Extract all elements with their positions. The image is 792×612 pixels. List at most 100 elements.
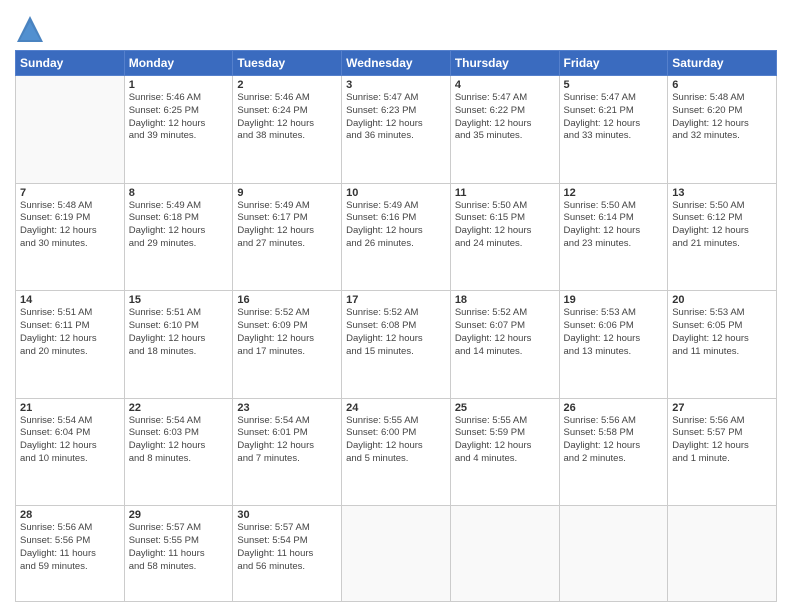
calendar-cell: 22Sunrise: 5:54 AM Sunset: 6:03 PM Dayli… [124,398,233,506]
calendar-cell: 10Sunrise: 5:49 AM Sunset: 6:16 PM Dayli… [342,183,451,291]
calendar-cell: 25Sunrise: 5:55 AM Sunset: 5:59 PM Dayli… [450,398,559,506]
calendar-cell: 19Sunrise: 5:53 AM Sunset: 6:06 PM Dayli… [559,291,668,399]
calendar-cell: 13Sunrise: 5:50 AM Sunset: 6:12 PM Dayli… [668,183,777,291]
day-number: 21 [20,402,120,414]
day-number: 22 [129,402,229,414]
calendar-cell: 29Sunrise: 5:57 AM Sunset: 5:55 PM Dayli… [124,506,233,602]
calendar-week-5: 28Sunrise: 5:56 AM Sunset: 5:56 PM Dayli… [16,506,777,602]
weekday-header-row: SundayMondayTuesdayWednesdayThursdayFrid… [16,51,777,76]
day-info: Sunrise: 5:55 AM Sunset: 6:00 PM Dayligh… [346,415,446,466]
calendar-cell [668,506,777,602]
calendar-cell: 2Sunrise: 5:46 AM Sunset: 6:24 PM Daylig… [233,76,342,184]
day-number: 26 [564,402,664,414]
day-info: Sunrise: 5:46 AM Sunset: 6:25 PM Dayligh… [129,92,229,143]
calendar-cell: 5Sunrise: 5:47 AM Sunset: 6:21 PM Daylig… [559,76,668,184]
calendar-week-1: 1Sunrise: 5:46 AM Sunset: 6:25 PM Daylig… [16,76,777,184]
calendar-cell [16,76,125,184]
weekday-header-friday: Friday [559,51,668,76]
calendar-cell [342,506,451,602]
day-info: Sunrise: 5:47 AM Sunset: 6:21 PM Dayligh… [564,92,664,143]
calendar-cell: 28Sunrise: 5:56 AM Sunset: 5:56 PM Dayli… [16,506,125,602]
day-info: Sunrise: 5:54 AM Sunset: 6:01 PM Dayligh… [237,415,337,466]
day-number: 11 [455,187,555,199]
calendar-week-3: 14Sunrise: 5:51 AM Sunset: 6:11 PM Dayli… [16,291,777,399]
day-info: Sunrise: 5:53 AM Sunset: 6:06 PM Dayligh… [564,307,664,358]
day-info: Sunrise: 5:47 AM Sunset: 6:22 PM Dayligh… [455,92,555,143]
day-number: 30 [237,509,337,521]
calendar-cell [450,506,559,602]
calendar-cell: 12Sunrise: 5:50 AM Sunset: 6:14 PM Dayli… [559,183,668,291]
day-info: Sunrise: 5:49 AM Sunset: 6:17 PM Dayligh… [237,200,337,251]
calendar-cell: 21Sunrise: 5:54 AM Sunset: 6:04 PM Dayli… [16,398,125,506]
day-number: 19 [564,294,664,306]
calendar-cell: 7Sunrise: 5:48 AM Sunset: 6:19 PM Daylig… [16,183,125,291]
calendar-cell: 6Sunrise: 5:48 AM Sunset: 6:20 PM Daylig… [668,76,777,184]
calendar-cell [559,506,668,602]
day-number: 1 [129,79,229,91]
day-info: Sunrise: 5:56 AM Sunset: 5:57 PM Dayligh… [672,415,772,466]
calendar-cell: 17Sunrise: 5:52 AM Sunset: 6:08 PM Dayli… [342,291,451,399]
day-number: 7 [20,187,120,199]
calendar-cell: 3Sunrise: 5:47 AM Sunset: 6:23 PM Daylig… [342,76,451,184]
day-number: 10 [346,187,446,199]
calendar-cell: 11Sunrise: 5:50 AM Sunset: 6:15 PM Dayli… [450,183,559,291]
calendar-cell: 18Sunrise: 5:52 AM Sunset: 6:07 PM Dayli… [450,291,559,399]
day-number: 12 [564,187,664,199]
page: SundayMondayTuesdayWednesdayThursdayFrid… [0,0,792,612]
day-number: 9 [237,187,337,199]
calendar-cell: 24Sunrise: 5:55 AM Sunset: 6:00 PM Dayli… [342,398,451,506]
day-info: Sunrise: 5:56 AM Sunset: 5:56 PM Dayligh… [20,522,120,573]
logo [15,14,49,44]
calendar-cell: 9Sunrise: 5:49 AM Sunset: 6:17 PM Daylig… [233,183,342,291]
day-number: 20 [672,294,772,306]
weekday-header-tuesday: Tuesday [233,51,342,76]
calendar-cell: 4Sunrise: 5:47 AM Sunset: 6:22 PM Daylig… [450,76,559,184]
day-number: 6 [672,79,772,91]
day-info: Sunrise: 5:57 AM Sunset: 5:55 PM Dayligh… [129,522,229,573]
day-number: 23 [237,402,337,414]
day-number: 5 [564,79,664,91]
weekday-header-saturday: Saturday [668,51,777,76]
day-info: Sunrise: 5:57 AM Sunset: 5:54 PM Dayligh… [237,522,337,573]
calendar-cell: 27Sunrise: 5:56 AM Sunset: 5:57 PM Dayli… [668,398,777,506]
day-info: Sunrise: 5:52 AM Sunset: 6:08 PM Dayligh… [346,307,446,358]
day-number: 17 [346,294,446,306]
day-info: Sunrise: 5:52 AM Sunset: 6:09 PM Dayligh… [237,307,337,358]
day-info: Sunrise: 5:49 AM Sunset: 6:18 PM Dayligh… [129,200,229,251]
calendar-table: SundayMondayTuesdayWednesdayThursdayFrid… [15,50,777,602]
day-info: Sunrise: 5:52 AM Sunset: 6:07 PM Dayligh… [455,307,555,358]
weekday-header-sunday: Sunday [16,51,125,76]
day-info: Sunrise: 5:47 AM Sunset: 6:23 PM Dayligh… [346,92,446,143]
header [15,10,777,44]
logo-icon [15,14,45,44]
calendar-cell: 23Sunrise: 5:54 AM Sunset: 6:01 PM Dayli… [233,398,342,506]
calendar-cell: 8Sunrise: 5:49 AM Sunset: 6:18 PM Daylig… [124,183,233,291]
day-info: Sunrise: 5:56 AM Sunset: 5:58 PM Dayligh… [564,415,664,466]
day-info: Sunrise: 5:50 AM Sunset: 6:15 PM Dayligh… [455,200,555,251]
day-number: 13 [672,187,772,199]
day-info: Sunrise: 5:50 AM Sunset: 6:12 PM Dayligh… [672,200,772,251]
day-number: 29 [129,509,229,521]
day-info: Sunrise: 5:50 AM Sunset: 6:14 PM Dayligh… [564,200,664,251]
day-number: 2 [237,79,337,91]
day-number: 25 [455,402,555,414]
calendar-cell: 30Sunrise: 5:57 AM Sunset: 5:54 PM Dayli… [233,506,342,602]
weekday-header-wednesday: Wednesday [342,51,451,76]
day-info: Sunrise: 5:49 AM Sunset: 6:16 PM Dayligh… [346,200,446,251]
day-number: 15 [129,294,229,306]
day-info: Sunrise: 5:48 AM Sunset: 6:19 PM Dayligh… [20,200,120,251]
day-number: 4 [455,79,555,91]
day-info: Sunrise: 5:54 AM Sunset: 6:03 PM Dayligh… [129,415,229,466]
weekday-header-monday: Monday [124,51,233,76]
calendar-cell: 20Sunrise: 5:53 AM Sunset: 6:05 PM Dayli… [668,291,777,399]
day-info: Sunrise: 5:51 AM Sunset: 6:10 PM Dayligh… [129,307,229,358]
day-number: 16 [237,294,337,306]
day-info: Sunrise: 5:55 AM Sunset: 5:59 PM Dayligh… [455,415,555,466]
day-number: 14 [20,294,120,306]
weekday-header-thursday: Thursday [450,51,559,76]
day-info: Sunrise: 5:46 AM Sunset: 6:24 PM Dayligh… [237,92,337,143]
day-number: 28 [20,509,120,521]
day-number: 24 [346,402,446,414]
day-info: Sunrise: 5:51 AM Sunset: 6:11 PM Dayligh… [20,307,120,358]
day-number: 27 [672,402,772,414]
